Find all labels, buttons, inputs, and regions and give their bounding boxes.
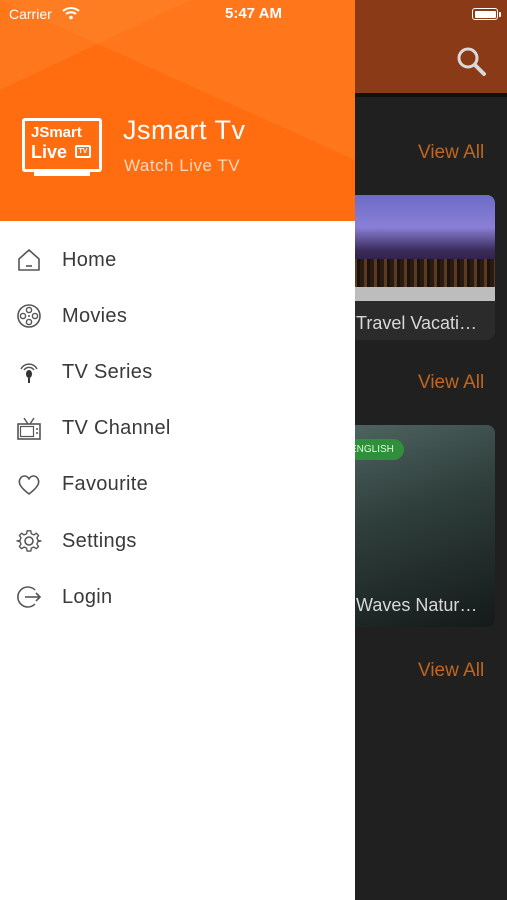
login-icon xyxy=(15,583,43,611)
menu-item-label: TV Series xyxy=(62,360,153,383)
battery-icon xyxy=(472,8,498,20)
navigation-drawer: JSmart Live TV Jsmart Tv Watch Live TV H… xyxy=(0,0,355,900)
drawer-header: JSmart Live TV Jsmart Tv Watch Live TV xyxy=(0,0,355,221)
menu-item-label: Home xyxy=(62,248,117,271)
view-all-link[interactable]: View All xyxy=(418,660,484,682)
menu-item-label: Settings xyxy=(62,529,137,552)
film-reel-icon xyxy=(15,302,43,330)
menu-item-label: TV Channel xyxy=(62,417,171,440)
menu-item-tv-series[interactable]: TV Series xyxy=(0,344,355,400)
menu-item-movies[interactable]: Movies xyxy=(0,288,355,344)
view-all-link[interactable]: View All xyxy=(418,142,484,164)
menu-item-home[interactable]: Home xyxy=(0,232,355,288)
home-icon xyxy=(15,246,43,274)
menu-item-tv-channel[interactable]: TV Channel xyxy=(0,401,355,457)
wifi-icon xyxy=(62,7,80,20)
menu-item-settings[interactable]: Settings xyxy=(0,513,355,569)
battery-tip xyxy=(499,12,501,17)
app-logo: JSmart Live TV xyxy=(22,118,102,172)
carrier-label: Carrier xyxy=(9,6,52,22)
logo-text-line2: Live xyxy=(31,142,68,162)
tv-icon xyxy=(15,415,43,443)
app-name: Jsmart Tv xyxy=(123,115,246,145)
search-icon[interactable] xyxy=(455,45,487,77)
drawer-menu: Home Movies TV Series TV Channel Favouri… xyxy=(0,232,355,625)
logo-stand xyxy=(34,172,90,176)
menu-item-login[interactable]: Login xyxy=(0,569,355,625)
status-bar: Carrier 5:47 AM xyxy=(0,0,507,28)
logo-text-line1: JSmart xyxy=(31,124,82,141)
card-title: Travel Vacati… xyxy=(356,313,478,333)
status-time: 5:47 AM xyxy=(225,5,282,22)
menu-item-favourite[interactable]: Favourite xyxy=(0,457,355,513)
gear-icon xyxy=(15,527,43,555)
heart-icon xyxy=(15,471,43,499)
broadcast-icon xyxy=(15,358,43,386)
header-decoration xyxy=(0,0,355,160)
menu-item-label: Movies xyxy=(62,304,128,327)
logo-tv-icon: TV xyxy=(75,145,91,158)
card-title: Waves Natur… xyxy=(356,595,478,615)
app-subtitle: Watch Live TV xyxy=(124,156,241,175)
view-all-link[interactable]: View All xyxy=(418,372,484,394)
menu-item-label: Login xyxy=(62,585,113,608)
menu-item-label: Favourite xyxy=(62,473,149,496)
